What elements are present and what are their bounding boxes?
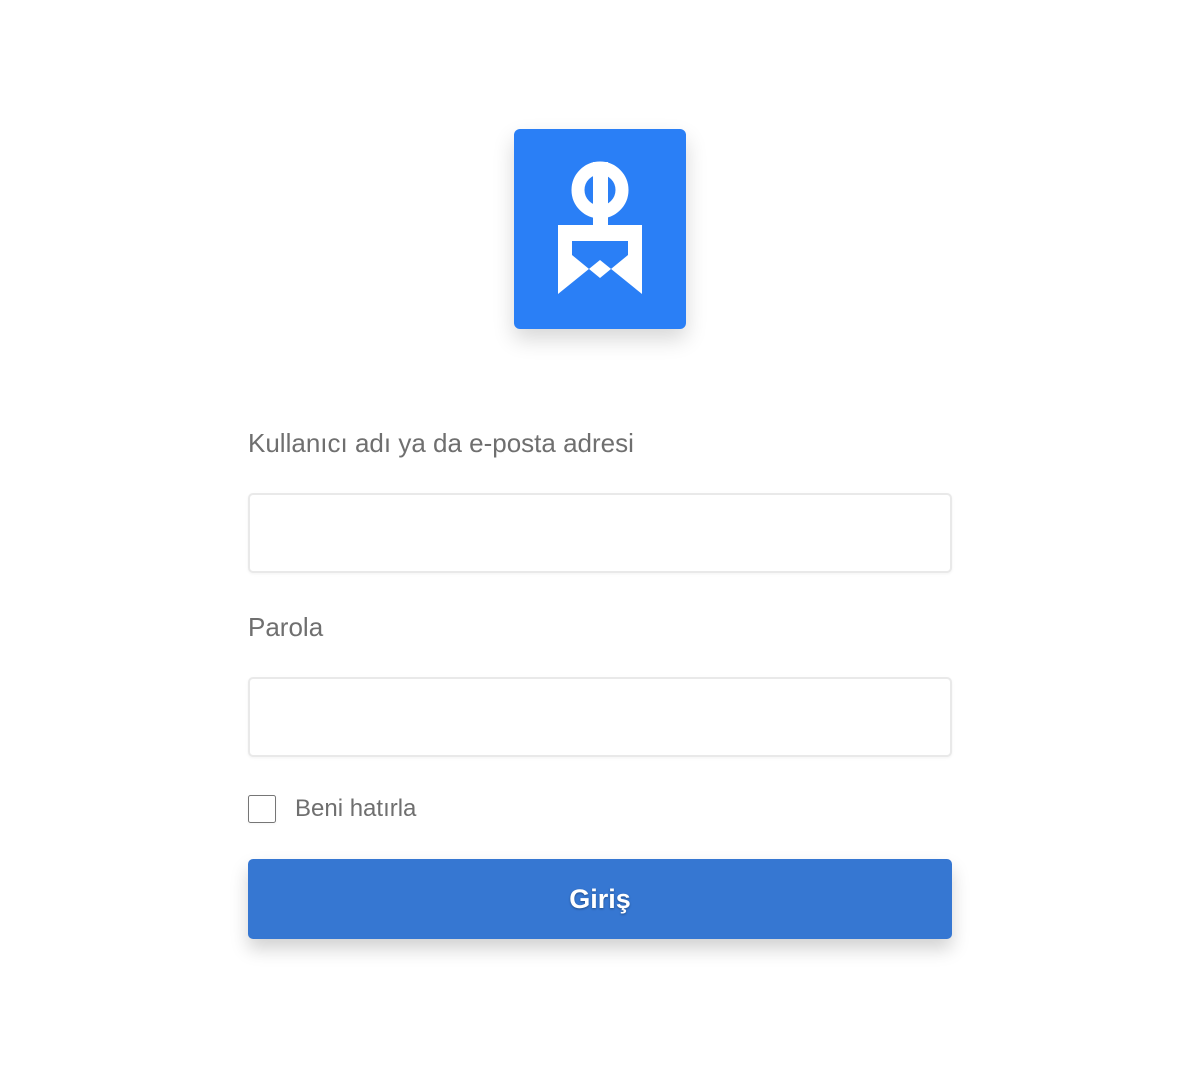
site-logo[interactable] xyxy=(514,129,686,329)
password-label: Parola xyxy=(248,612,324,642)
remember-me-checkbox[interactable] xyxy=(248,795,276,823)
ek-logo-icon xyxy=(514,129,686,329)
remember-me-label: Beni hatırla xyxy=(295,795,417,822)
username-input[interactable] xyxy=(248,493,952,573)
password-input[interactable] xyxy=(248,677,952,757)
login-button[interactable]: Giriş xyxy=(248,859,952,939)
username-label: Kullanıcı adı ya da e-posta adresi xyxy=(248,428,634,458)
remember-me[interactable]: Beni hatırla xyxy=(248,793,416,825)
